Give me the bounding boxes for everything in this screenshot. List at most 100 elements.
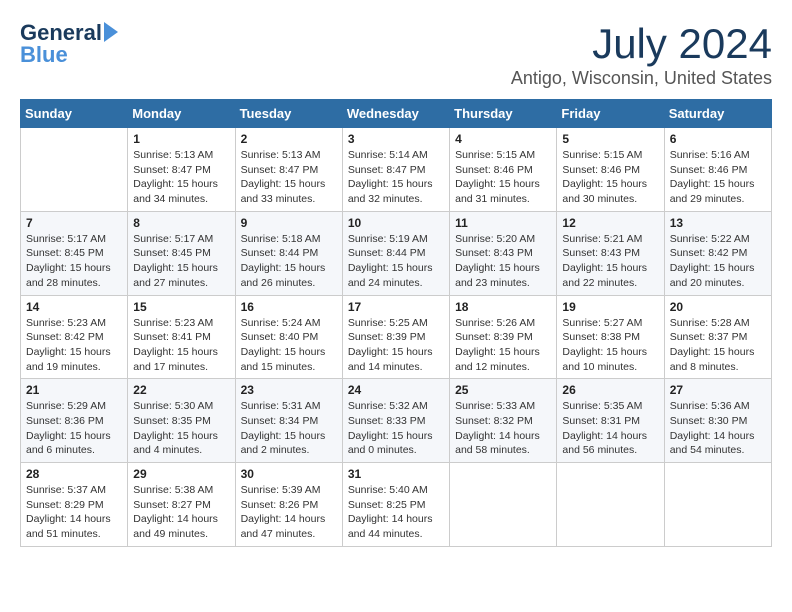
day-number: 4 [455, 132, 551, 146]
day-info: Sunrise: 5:16 AM Sunset: 8:46 PM Dayligh… [670, 148, 766, 207]
logo-arrow-icon [104, 22, 118, 42]
day-number: 14 [26, 300, 122, 314]
day-info: Sunrise: 5:30 AM Sunset: 8:35 PM Dayligh… [133, 399, 229, 458]
day-info: Sunrise: 5:24 AM Sunset: 8:40 PM Dayligh… [241, 316, 337, 375]
calendar-cell [450, 463, 557, 547]
day-number: 26 [562, 383, 658, 397]
calendar-cell: 16 Sunrise: 5:24 AM Sunset: 8:40 PM Dayli… [235, 295, 342, 379]
day-info: Sunrise: 5:20 AM Sunset: 8:43 PM Dayligh… [455, 232, 551, 291]
day-header-sunday: Sunday [21, 100, 128, 128]
day-info: Sunrise: 5:33 AM Sunset: 8:32 PM Dayligh… [455, 399, 551, 458]
calendar-cell: 25 Sunrise: 5:33 AM Sunset: 8:32 PM Dayli… [450, 379, 557, 463]
day-info: Sunrise: 5:23 AM Sunset: 8:42 PM Dayligh… [26, 316, 122, 375]
day-info: Sunrise: 5:37 AM Sunset: 8:29 PM Dayligh… [26, 483, 122, 542]
calendar-cell: 5 Sunrise: 5:15 AM Sunset: 8:46 PM Daylig… [557, 128, 664, 212]
calendar-cell: 27 Sunrise: 5:36 AM Sunset: 8:30 PM Dayli… [664, 379, 771, 463]
header: General Blue July 2024 Antigo, Wisconsin… [20, 20, 772, 89]
calendar-week-5: 28 Sunrise: 5:37 AM Sunset: 8:29 PM Dayli… [21, 463, 772, 547]
day-info: Sunrise: 5:19 AM Sunset: 8:44 PM Dayligh… [348, 232, 444, 291]
day-number: 3 [348, 132, 444, 146]
calendar-cell: 17 Sunrise: 5:25 AM Sunset: 8:39 PM Dayli… [342, 295, 449, 379]
day-info: Sunrise: 5:15 AM Sunset: 8:46 PM Dayligh… [562, 148, 658, 207]
day-number: 16 [241, 300, 337, 314]
day-number: 23 [241, 383, 337, 397]
day-header-monday: Monday [128, 100, 235, 128]
day-number: 8 [133, 216, 229, 230]
day-header-row: SundayMondayTuesdayWednesdayThursdayFrid… [21, 100, 772, 128]
day-number: 22 [133, 383, 229, 397]
day-number: 13 [670, 216, 766, 230]
day-info: Sunrise: 5:23 AM Sunset: 8:41 PM Dayligh… [133, 316, 229, 375]
day-info: Sunrise: 5:14 AM Sunset: 8:47 PM Dayligh… [348, 148, 444, 207]
day-info: Sunrise: 5:31 AM Sunset: 8:34 PM Dayligh… [241, 399, 337, 458]
day-info: Sunrise: 5:13 AM Sunset: 8:47 PM Dayligh… [241, 148, 337, 207]
calendar-week-1: 1 Sunrise: 5:13 AM Sunset: 8:47 PM Daylig… [21, 128, 772, 212]
calendar-cell: 15Sunrise: 5:23 AM Sunset: 8:41 PM Dayli… [128, 295, 235, 379]
day-info: Sunrise: 5:18 AM Sunset: 8:44 PM Dayligh… [241, 232, 337, 291]
calendar-cell: 9 Sunrise: 5:18 AM Sunset: 8:44 PM Daylig… [235, 211, 342, 295]
day-info: Sunrise: 5:32 AM Sunset: 8:33 PM Dayligh… [348, 399, 444, 458]
day-number: 9 [241, 216, 337, 230]
day-number: 17 [348, 300, 444, 314]
day-info: Sunrise: 5:21 AM Sunset: 8:43 PM Dayligh… [562, 232, 658, 291]
calendar-week-4: 21 Sunrise: 5:29 AM Sunset: 8:36 PM Dayli… [21, 379, 772, 463]
calendar-week-2: 7 Sunrise: 5:17 AM Sunset: 8:45 PM Daylig… [21, 211, 772, 295]
day-info: Sunrise: 5:15 AM Sunset: 8:46 PM Dayligh… [455, 148, 551, 207]
calendar-cell: 21 Sunrise: 5:29 AM Sunset: 8:36 PM Dayli… [21, 379, 128, 463]
calendar-cell: 26 Sunrise: 5:35 AM Sunset: 8:31 PM Dayli… [557, 379, 664, 463]
calendar-cell: 12Sunrise: 5:21 AM Sunset: 8:43 PM Dayli… [557, 211, 664, 295]
calendar-cell: 20Sunrise: 5:28 AM Sunset: 8:37 PM Dayli… [664, 295, 771, 379]
day-number: 28 [26, 467, 122, 481]
day-info: Sunrise: 5:35 AM Sunset: 8:31 PM Dayligh… [562, 399, 658, 458]
calendar-cell: 18Sunrise: 5:26 AM Sunset: 8:39 PM Dayli… [450, 295, 557, 379]
calendar-cell: 10 Sunrise: 5:19 AM Sunset: 8:44 PM Dayli… [342, 211, 449, 295]
day-number: 21 [26, 383, 122, 397]
day-number: 25 [455, 383, 551, 397]
day-info: Sunrise: 5:28 AM Sunset: 8:37 PM Dayligh… [670, 316, 766, 375]
logo: General Blue [20, 20, 120, 68]
day-number: 24 [348, 383, 444, 397]
calendar-cell: 3 Sunrise: 5:14 AM Sunset: 8:47 PM Daylig… [342, 128, 449, 212]
calendar-cell: 8Sunrise: 5:17 AM Sunset: 8:45 PM Daylig… [128, 211, 235, 295]
calendar-table: SundayMondayTuesdayWednesdayThursdayFrid… [20, 99, 772, 547]
day-info: Sunrise: 5:29 AM Sunset: 8:36 PM Dayligh… [26, 399, 122, 458]
location-subtitle: Antigo, Wisconsin, United States [511, 68, 772, 89]
day-number: 11 [455, 216, 551, 230]
calendar-cell: 28 Sunrise: 5:37 AM Sunset: 8:29 PM Dayli… [21, 463, 128, 547]
day-info: Sunrise: 5:38 AM Sunset: 8:27 PM Dayligh… [133, 483, 229, 542]
day-info: Sunrise: 5:40 AM Sunset: 8:25 PM Dayligh… [348, 483, 444, 542]
calendar-cell: 11 Sunrise: 5:20 AM Sunset: 8:43 PM Dayli… [450, 211, 557, 295]
calendar-cell [21, 128, 128, 212]
day-number: 10 [348, 216, 444, 230]
day-header-friday: Friday [557, 100, 664, 128]
day-number: 19 [562, 300, 658, 314]
calendar-week-3: 14 Sunrise: 5:23 AM Sunset: 8:42 PM Dayli… [21, 295, 772, 379]
calendar-cell: 31 Sunrise: 5:40 AM Sunset: 8:25 PM Dayli… [342, 463, 449, 547]
calendar-cell: 13 Sunrise: 5:22 AM Sunset: 8:42 PM Dayli… [664, 211, 771, 295]
day-info: Sunrise: 5:17 AM Sunset: 8:45 PM Dayligh… [26, 232, 122, 291]
calendar-cell: 23 Sunrise: 5:31 AM Sunset: 8:34 PM Dayli… [235, 379, 342, 463]
day-number: 6 [670, 132, 766, 146]
calendar-cell: 7 Sunrise: 5:17 AM Sunset: 8:45 PM Daylig… [21, 211, 128, 295]
calendar-cell: 22 Sunrise: 5:30 AM Sunset: 8:35 PM Dayli… [128, 379, 235, 463]
day-info: Sunrise: 5:25 AM Sunset: 8:39 PM Dayligh… [348, 316, 444, 375]
day-header-saturday: Saturday [664, 100, 771, 128]
day-number: 7 [26, 216, 122, 230]
calendar-cell: 29Sunrise: 5:38 AM Sunset: 8:27 PM Dayli… [128, 463, 235, 547]
day-number: 1 [133, 132, 229, 146]
calendar-cell: 30Sunrise: 5:39 AM Sunset: 8:26 PM Dayli… [235, 463, 342, 547]
day-number: 5 [562, 132, 658, 146]
day-info: Sunrise: 5:26 AM Sunset: 8:39 PM Dayligh… [455, 316, 551, 375]
day-number: 27 [670, 383, 766, 397]
calendar-cell: 14 Sunrise: 5:23 AM Sunset: 8:42 PM Dayli… [21, 295, 128, 379]
month-year-title: July 2024 [511, 20, 772, 68]
day-info: Sunrise: 5:27 AM Sunset: 8:38 PM Dayligh… [562, 316, 658, 375]
day-number: 31 [348, 467, 444, 481]
calendar-cell [664, 463, 771, 547]
day-header-thursday: Thursday [450, 100, 557, 128]
day-info: Sunrise: 5:13 AM Sunset: 8:47 PM Dayligh… [133, 148, 229, 207]
calendar-header: SundayMondayTuesdayWednesdayThursdayFrid… [21, 100, 772, 128]
title-section: July 2024 Antigo, Wisconsin, United Stat… [511, 20, 772, 89]
day-info: Sunrise: 5:36 AM Sunset: 8:30 PM Dayligh… [670, 399, 766, 458]
day-info: Sunrise: 5:22 AM Sunset: 8:42 PM Dayligh… [670, 232, 766, 291]
